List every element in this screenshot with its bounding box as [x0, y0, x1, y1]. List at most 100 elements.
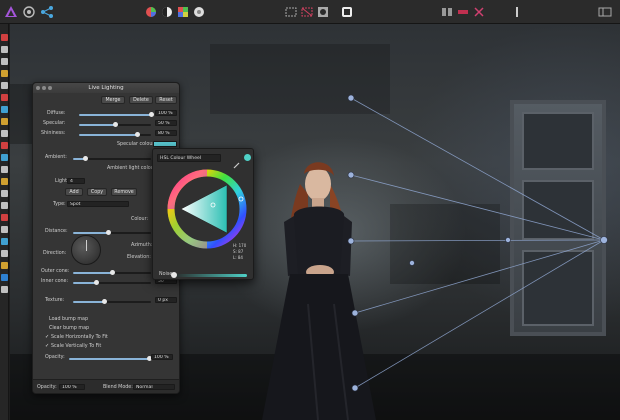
inpaint-tool-icon[interactable] — [1, 250, 8, 257]
lasso-tool-icon[interactable] — [1, 82, 8, 89]
view-tool-icon[interactable] — [1, 34, 8, 41]
shininess-field[interactable]: 80 % — [155, 130, 177, 136]
blend-mode-select[interactable]: Normal — [133, 384, 175, 390]
type-select[interactable]: Spot — [67, 201, 129, 207]
inner-cone-slider[interactable] — [73, 280, 151, 285]
selection-brush-icon[interactable] — [1, 70, 8, 77]
order-icon[interactable] — [456, 5, 470, 19]
dodge-tool-icon[interactable] — [1, 142, 8, 149]
lightness-readout: L: 84 — [233, 255, 243, 260]
opacity-field[interactable]: 100 % — [151, 354, 173, 360]
add-light-button[interactable]: Add — [65, 188, 83, 196]
opacity-label: Opacity: — [45, 355, 65, 360]
shape-tool-icon[interactable] — [1, 214, 8, 221]
primary-color-swatch[interactable] — [1, 274, 8, 281]
noise-slider[interactable] — [173, 274, 247, 277]
zoom-tool-icon[interactable] — [1, 286, 8, 293]
shininess-label: Shininess: — [41, 131, 66, 136]
panel-footer: Opacity: 100 % Blend Mode: Normal — [33, 379, 179, 393]
redeye-tool-icon[interactable] — [1, 226, 8, 233]
hand-tool-icon[interactable] — [1, 46, 8, 53]
texture-slider[interactable] — [73, 299, 151, 304]
colour-label: Colour: — [131, 217, 149, 222]
snap-icon[interactable] — [472, 5, 486, 19]
scale-vertically-checkbox[interactable]: ✓ — [45, 343, 49, 349]
window-pane — [522, 180, 594, 240]
panel-title-bar: Live Lighting — [33, 83, 179, 93]
selection-rect-icon[interactable] — [284, 5, 298, 19]
light-select[interactable]: 4 — [67, 178, 85, 184]
clone-tool-icon[interactable] — [1, 130, 8, 137]
smudge-tool-icon[interactable] — [1, 166, 8, 173]
distance-label: Distance: — [45, 229, 68, 234]
burn-tool-icon[interactable] — [1, 154, 8, 161]
quickmask-icon[interactable] — [316, 5, 330, 19]
tone-icon[interactable] — [160, 5, 174, 19]
elevation-label: Elevation: — [127, 255, 151, 260]
merge-button[interactable]: Merge — [101, 96, 125, 104]
colour-picker-popup: HSL Colour Wheel H: 170 S: 87 L: 84 Nois… — [152, 148, 254, 280]
specular-slider[interactable] — [79, 122, 151, 127]
footer-opacity-field[interactable]: 100 % — [59, 384, 85, 390]
texture-label: Texture: — [45, 298, 65, 303]
delete-button[interactable]: Delete — [129, 96, 153, 104]
affinity-logo-icon[interactable] — [4, 5, 18, 19]
hsl-icon[interactable] — [176, 5, 190, 19]
opacity-slider[interactable] — [69, 356, 152, 361]
specular-colour-swatch[interactable] — [153, 141, 177, 147]
distance-slider[interactable] — [73, 230, 151, 235]
remove-light-button[interactable]: Remove — [111, 188, 137, 196]
wall-texture — [390, 204, 500, 284]
woman-figure — [262, 162, 376, 420]
erase-brush-icon[interactable] — [1, 106, 8, 113]
paint-brush-icon[interactable] — [1, 94, 8, 101]
clear-bump-map-link[interactable]: Clear bump map — [49, 326, 89, 331]
specular-field[interactable]: 50 % — [155, 120, 177, 126]
refine-icon[interactable] — [340, 5, 354, 19]
text-tool-icon[interactable] — [1, 202, 8, 209]
gradient-tool-icon[interactable] — [1, 178, 8, 185]
noise-slider-knob[interactable] — [171, 272, 177, 278]
diffuse-slider[interactable] — [79, 112, 154, 117]
scale-horizontally-label: Scale Horizontally To Fit — [51, 335, 108, 340]
top-toolbar — [0, 0, 620, 24]
panels-icon[interactable] — [598, 5, 612, 19]
hue-readout: H: 170 — [233, 243, 247, 248]
develop-persona-icon[interactable] — [22, 5, 36, 19]
scale-horizontally-checkbox[interactable]: ✓ — [45, 334, 49, 340]
selection-cross-icon[interactable] — [300, 5, 314, 19]
crop-tool-icon[interactable] — [1, 58, 8, 65]
pin-icon[interactable] — [510, 5, 524, 19]
outer-cone-slider[interactable] — [73, 270, 151, 275]
white-balance-icon[interactable] — [192, 5, 206, 19]
share-icon[interactable] — [40, 5, 54, 19]
close-icon[interactable] — [36, 86, 40, 90]
fill-tool-icon[interactable] — [1, 118, 8, 125]
ambient-slider[interactable] — [73, 156, 151, 161]
wall-texture — [210, 44, 390, 114]
hsl-colour-wheel[interactable] — [167, 169, 247, 249]
reset-button[interactable]: Reset — [155, 96, 177, 104]
arrange-icon[interactable] — [440, 5, 454, 19]
panel-title: Live Lighting — [88, 85, 124, 91]
color-picker-icon[interactable] — [1, 262, 8, 269]
copy-light-button[interactable]: Copy — [87, 188, 107, 196]
colour-model-select[interactable]: HSL Colour Wheel — [157, 154, 221, 162]
patch-tool-icon[interactable] — [1, 238, 8, 245]
blend-mode-label: Blend Mode: — [103, 385, 133, 390]
pen-tool-icon[interactable] — [1, 190, 8, 197]
minimize-icon[interactable] — [42, 86, 46, 90]
direction-dial[interactable] — [71, 235, 101, 265]
specular-label: Specular: — [43, 121, 66, 126]
load-bump-map-link[interactable]: Load bump map — [49, 317, 88, 322]
maximize-icon[interactable] — [48, 86, 52, 90]
shininess-slider[interactable] — [79, 132, 151, 137]
current-colour-swatch[interactable] — [244, 154, 251, 161]
diffuse-field[interactable]: 100 % — [155, 110, 177, 116]
ambient-colour-label: Ambient light colour: — [107, 166, 158, 171]
window-pane — [522, 112, 594, 170]
direction-needle — [86, 240, 87, 251]
color-wheel-icon[interactable] — [144, 5, 158, 19]
outer-cone-label: Outer cone: — [41, 269, 70, 274]
texture-field[interactable]: 0 px — [155, 297, 177, 303]
